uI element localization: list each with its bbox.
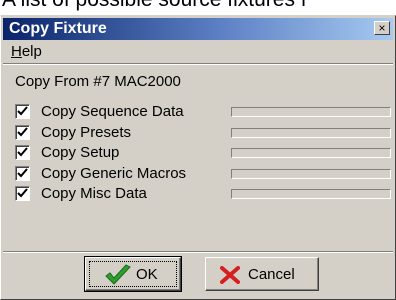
- option-progress-bar: [231, 148, 391, 158]
- option-progress-bar: [231, 189, 391, 199]
- menu-help-label: elp: [21, 43, 42, 60]
- option-label[interactable]: Copy Generic Macros: [41, 165, 186, 183]
- menu-separator: [3, 63, 393, 65]
- menu-bar: Help: [3, 41, 393, 63]
- close-button[interactable]: ×: [374, 21, 390, 35]
- option-label[interactable]: Copy Misc Data: [41, 185, 147, 203]
- title-bar[interactable]: Copy Fixture ×: [3, 18, 393, 40]
- option-label[interactable]: Copy Setup: [41, 144, 119, 162]
- ok-button[interactable]: OK: [84, 256, 182, 292]
- option-checkbox[interactable]: [15, 124, 30, 140]
- copy-fixture-dialog: Copy Fixture × Help Copy From #7 MAC2000…: [0, 15, 396, 300]
- checkmark-icon: [105, 264, 131, 285]
- menu-help-accelerator: H: [11, 43, 22, 60]
- option-progress-bar: [231, 127, 391, 138]
- caption-label: A list of possible source fixtures f: [2, 0, 307, 11]
- checkmark-icon: [17, 147, 28, 157]
- checkmark-icon: [17, 188, 28, 198]
- ok-focus-rect: [89, 261, 177, 287]
- checkmark-icon: [17, 126, 28, 136]
- cancel-label: Cancel: [248, 266, 295, 283]
- option-checkbox[interactable]: [15, 186, 30, 201]
- buttons-separator: [3, 251, 393, 253]
- option-progress-bar: [231, 168, 391, 179]
- option-label[interactable]: Copy Presets: [41, 124, 131, 142]
- option-label[interactable]: Copy Sequence Data: [41, 103, 184, 121]
- checkmark-icon: [17, 106, 28, 116]
- window-title: Copy Fixture: [9, 20, 107, 37]
- caption-text: A list of possible source fixtures f: [0, 0, 396, 15]
- ok-label: OK: [136, 266, 158, 283]
- option-checkbox[interactable]: [15, 145, 30, 160]
- option-checkbox[interactable]: [15, 104, 30, 119]
- copy-from-label: Copy From #7 MAC2000: [15, 73, 181, 90]
- checkmark-icon: [17, 167, 28, 177]
- menu-help[interactable]: Help: [11, 41, 42, 63]
- cancel-button[interactable]: Cancel: [205, 257, 319, 291]
- option-checkbox[interactable]: [15, 165, 30, 181]
- cancel-x-icon: [220, 266, 240, 284]
- close-icon: ×: [378, 21, 386, 35]
- option-progress-bar: [231, 107, 391, 117]
